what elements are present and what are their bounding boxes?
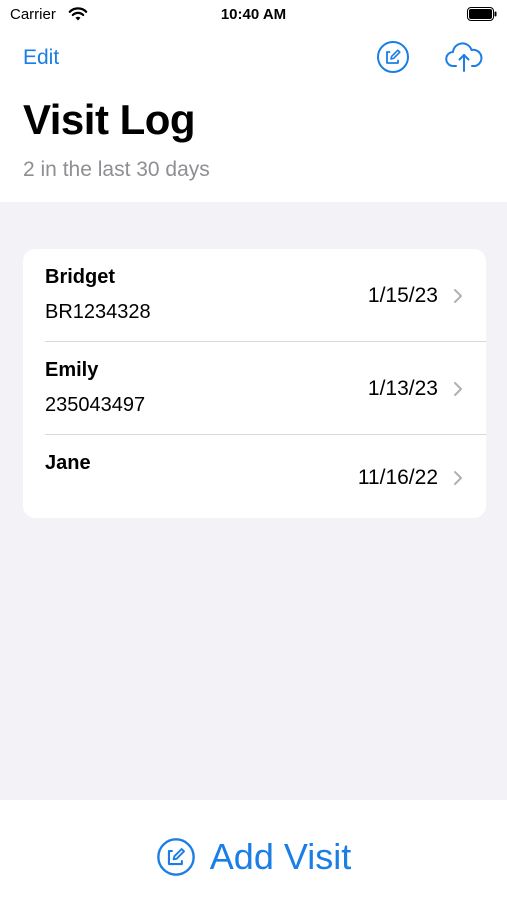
bottom-toolbar: Add Visit	[0, 800, 507, 900]
visit-date: 1/13/23	[367, 377, 438, 400]
nav-bar: Edit	[0, 36, 507, 80]
list-item[interactable]: Jane 11/16/22	[23, 435, 486, 518]
visit-name: Emily	[45, 359, 99, 381]
status-time: 10:40 AM	[220, 6, 287, 23]
chevron-right-icon	[454, 382, 462, 396]
battery-icon	[467, 7, 497, 21]
status-bar: Carrier 10:40 AM	[0, 0, 507, 32]
visit-name: Bridget	[45, 266, 115, 288]
add-visit-label: Add Visit	[209, 836, 352, 877]
edit-button[interactable]: Edit	[23, 46, 59, 70]
page-title: Visit Log	[23, 96, 196, 143]
visit-name: Jane	[45, 452, 91, 474]
page-subtitle: 2 in the last 30 days	[23, 158, 210, 181]
list-item[interactable]: Emily 235043497 1/13/23	[23, 342, 486, 435]
visit-id: BR1234328	[45, 301, 151, 323]
chevron-right-icon	[454, 289, 462, 303]
visit-list: Bridget BR1234328 1/15/23 Emily 23504349…	[23, 249, 486, 518]
visit-id: 235043497	[45, 394, 146, 416]
add-visit-button[interactable]: Add Visit	[0, 832, 507, 882]
visit-date: 11/16/22	[357, 466, 438, 489]
list-item[interactable]: Bridget BR1234328 1/15/23	[23, 249, 486, 342]
visit-date: 1/15/23	[367, 284, 438, 307]
cloud-upload-icon[interactable]	[444, 40, 484, 74]
chevron-right-icon	[454, 471, 462, 485]
compose-icon	[156, 838, 195, 876]
header-area: Carrier 10:40 AM Edit Visit Log 2 in the…	[0, 0, 507, 202]
compose-icon[interactable]	[376, 40, 410, 74]
